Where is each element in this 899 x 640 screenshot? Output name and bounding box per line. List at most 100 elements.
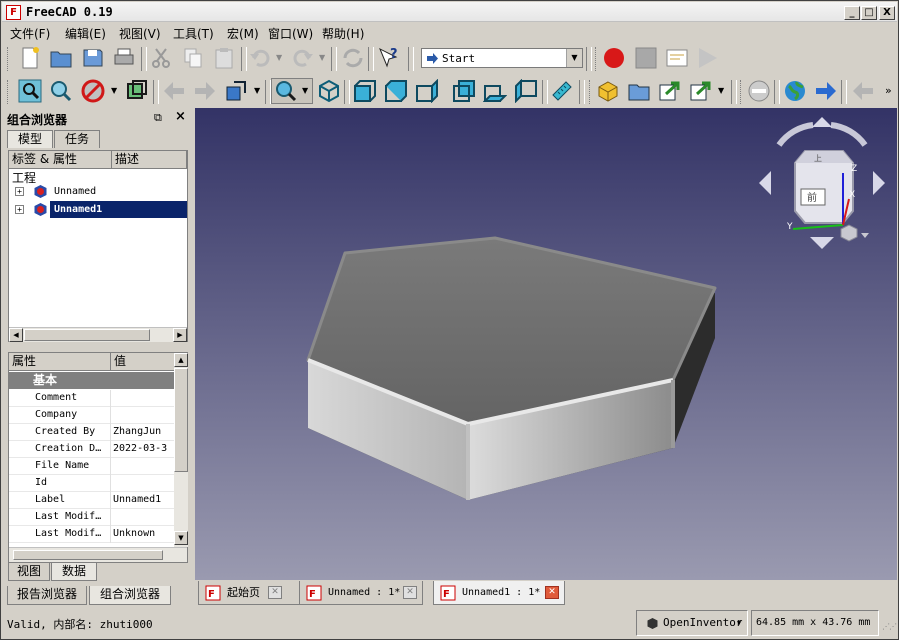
menu-file[interactable]: 文件(F) xyxy=(10,25,50,42)
prop-row[interactable]: Comment xyxy=(9,390,175,407)
close-tab-icon[interactable]: ✕ xyxy=(403,586,417,599)
tree-header-labels[interactable]: 标签 & 属性 xyxy=(9,151,112,169)
prop-row[interactable]: Created By ZhangJun xyxy=(9,424,175,441)
create-part-icon[interactable] xyxy=(596,79,620,103)
menu-window[interactable]: 窗口(W) xyxy=(268,25,313,42)
rotate-right-arc-icon[interactable] xyxy=(830,122,868,147)
copy-icon[interactable] xyxy=(181,46,205,70)
close-tab-icon[interactable]: ✕ xyxy=(268,586,282,599)
close-button[interactable]: X xyxy=(879,6,895,20)
nav-right-arrow-icon[interactable] xyxy=(873,171,885,195)
prop-value[interactable]: Unnamed1 xyxy=(113,492,173,508)
chevron-down-icon[interactable]: ▼ xyxy=(566,49,582,67)
close-tab-icon[interactable]: ✕ xyxy=(545,586,559,599)
scroll-left-icon[interactable]: ◀ xyxy=(9,328,23,342)
macro-editor-icon[interactable] xyxy=(665,46,689,70)
prop-vscrollbar[interactable]: ▲ ▼ xyxy=(174,353,188,547)
redo-icon[interactable] xyxy=(291,46,315,70)
prop-value[interactable]: Unknown xyxy=(113,526,173,542)
redo-dropdown-icon[interactable]: ▼ xyxy=(319,53,325,62)
toolbar-grip[interactable] xyxy=(7,47,11,71)
view-left-icon[interactable] xyxy=(514,79,538,103)
tab-view-props[interactable]: 视图 xyxy=(8,563,50,581)
view-front-icon[interactable] xyxy=(353,79,377,103)
doc-tab-unnamed[interactable]: F Unnamed : 1* ✕ xyxy=(299,581,423,605)
prop-value[interactable]: ZhangJun xyxy=(113,424,173,440)
scroll-right-icon[interactable]: ▶ xyxy=(173,328,187,342)
refresh-icon[interactable] xyxy=(341,46,365,70)
menu-view[interactable]: 视图(V) xyxy=(119,25,161,42)
link-actions-icon[interactable] xyxy=(689,79,713,103)
tree-item-unnamed[interactable]: + Unnamed xyxy=(9,183,187,200)
float-panel-icon[interactable]: ⧉ xyxy=(154,111,162,125)
tab-model[interactable]: 模型 xyxy=(7,130,53,148)
3d-viewport[interactable]: 上 前 Z Y X xyxy=(195,108,897,580)
prop-row[interactable]: Label Unnamed1 xyxy=(9,492,175,509)
tab-data-props[interactable]: 数据 xyxy=(51,563,97,581)
navigation-cube[interactable]: 上 前 Z Y X xyxy=(757,113,887,253)
menu-help[interactable]: 帮助(H) xyxy=(322,25,364,42)
whats-this-help-icon[interactable]: ? xyxy=(377,46,401,70)
view-rear-icon[interactable] xyxy=(452,79,476,103)
zoom-dropdown-icon[interactable]: ▼ xyxy=(302,86,308,95)
scroll-thumb[interactable] xyxy=(13,550,163,560)
nav-up-arrow-icon[interactable] xyxy=(812,117,832,127)
paste-icon[interactable] xyxy=(212,46,236,70)
prop-header-value[interactable]: 值 xyxy=(111,353,175,371)
tree-item-unnamed1[interactable]: + Unnamed1 xyxy=(9,201,187,218)
fit-all-icon[interactable] xyxy=(18,79,42,103)
undo-dropdown-icon[interactable]: ▼ xyxy=(276,53,282,62)
rotate-left-arc-icon[interactable] xyxy=(776,122,814,147)
expand-icon[interactable]: + xyxy=(15,187,24,196)
tab-tasks[interactable]: 任务 xyxy=(54,130,100,148)
doc-tab-unnamed1[interactable]: F Unnamed1 : 1* ✕ xyxy=(433,581,565,605)
draw-style-dropdown-icon[interactable]: ▼ xyxy=(111,86,117,95)
prop-row[interactable]: File Name xyxy=(9,458,175,475)
view-bottom-icon[interactable] xyxy=(483,79,507,103)
open-folder-icon[interactable] xyxy=(49,46,73,70)
print-icon[interactable] xyxy=(112,46,136,70)
prop-row[interactable]: Last Modif… xyxy=(9,509,175,526)
prop-row[interactable]: Creation D… 2022-03-3 xyxy=(9,441,175,458)
zoom-icon[interactable] xyxy=(274,79,298,103)
close-panel-icon[interactable]: × xyxy=(175,109,186,124)
sync-dropdown-icon[interactable]: ▼ xyxy=(254,86,260,95)
link-make-icon[interactable] xyxy=(658,79,682,103)
toolbar-grip[interactable] xyxy=(589,80,593,104)
chevron-down-icon[interactable]: ▼ xyxy=(737,611,741,635)
draw-style-icon[interactable] xyxy=(81,79,105,103)
menu-macro[interactable]: 宏(M) xyxy=(227,25,259,42)
web-forward-icon[interactable] xyxy=(814,79,838,103)
doc-tab-start-page[interactable]: F 起始页 ✕ xyxy=(198,581,313,605)
forward-arrow-icon[interactable] xyxy=(193,79,217,103)
scroll-up-icon[interactable]: ▲ xyxy=(174,353,188,367)
new-file-icon[interactable] xyxy=(18,46,42,70)
measure-distance-icon[interactable] xyxy=(550,79,574,103)
view-menu-cube-icon[interactable] xyxy=(840,224,858,242)
navigation-style-selector[interactable]: OpenInventor ▼ xyxy=(636,610,748,636)
sync-view-icon[interactable] xyxy=(224,79,248,103)
prop-value[interactable]: 2022-03-3 xyxy=(113,441,173,457)
toolbar-grip[interactable] xyxy=(7,80,11,104)
toolbar-grip[interactable] xyxy=(595,47,599,71)
workbench-selector[interactable]: Start ▼ xyxy=(421,48,583,68)
prop-row[interactable]: Company xyxy=(9,407,175,424)
tree-header-description[interactable]: 描述 xyxy=(112,151,187,169)
run-macro-icon[interactable] xyxy=(695,46,719,70)
fit-selection-icon[interactable] xyxy=(49,79,73,103)
prop-row[interactable]: Last Modif… Unknown xyxy=(9,526,175,543)
view-right-icon[interactable] xyxy=(415,79,439,103)
back-arrow-icon[interactable] xyxy=(162,79,186,103)
web-globe-icon[interactable] xyxy=(783,79,807,103)
scroll-thumb[interactable] xyxy=(24,329,150,341)
web-stop-icon[interactable] xyxy=(747,79,771,103)
undo-icon[interactable] xyxy=(248,46,272,70)
create-group-icon[interactable] xyxy=(627,79,651,103)
nav-down-arrow-icon[interactable] xyxy=(810,237,834,249)
prop-group-base[interactable]: 基本 xyxy=(9,372,175,389)
tree-hscrollbar[interactable]: ◀ ▶ xyxy=(9,327,187,342)
view-isometric-icon[interactable] xyxy=(317,79,341,103)
cut-icon[interactable] xyxy=(149,46,173,70)
toolbar-grip[interactable] xyxy=(740,80,744,104)
link-dropdown-icon[interactable]: ▼ xyxy=(718,86,724,95)
